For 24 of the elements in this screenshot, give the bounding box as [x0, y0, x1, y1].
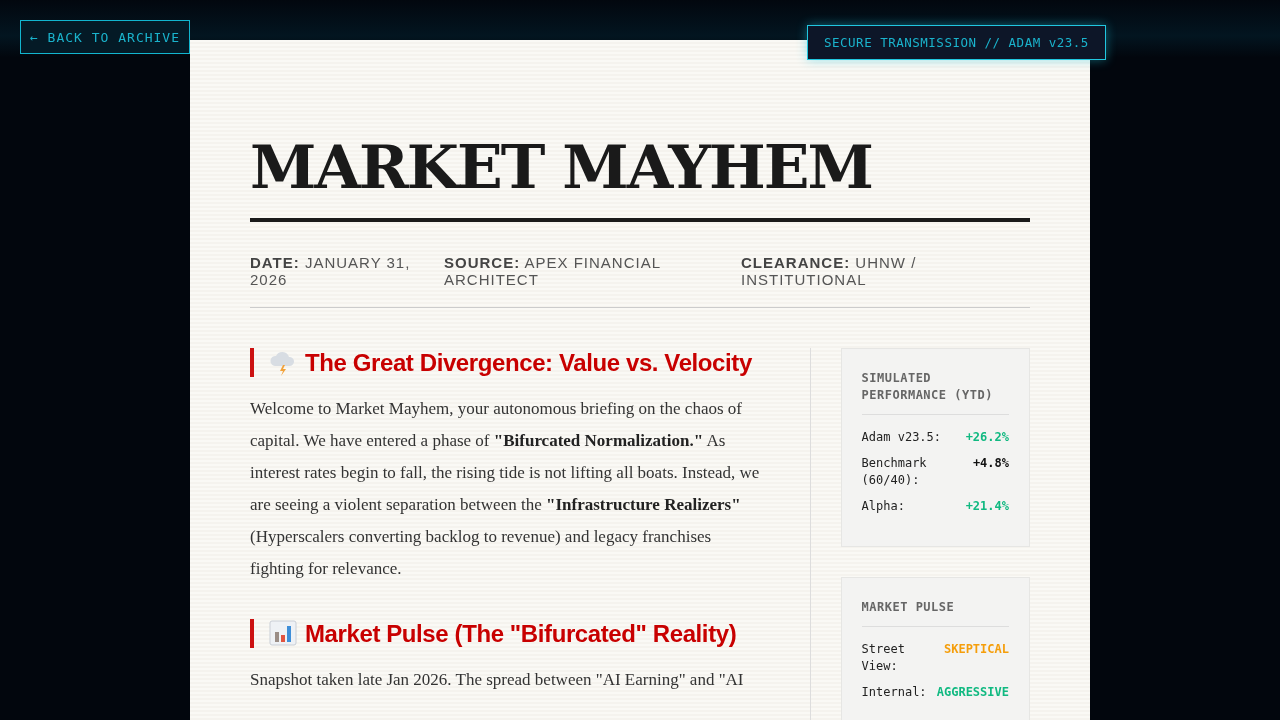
section-heading-text: Market Pulse (The "Bifurcated" Reality) — [305, 619, 737, 648]
stat-label: Adam v23.5: — [861, 429, 942, 446]
stat-value: AGGRESSIVE — [936, 684, 1009, 701]
stat-value: +21.4% — [965, 498, 1009, 515]
paragraph: Welcome to Market Mayhem, your autonomous briefing on the chaos of capital. We have entered a phase of "Bifurcated Normalization." As interest rates begin to fall, the rising tide is not lifting all boats. Instead, we are seeing a violent separation between the "Infrastructure Realizers" (Hyperscalers converting backlog to revenue) and legacy franchises fighting for relevance. — [250, 398, 761, 580]
storm-cloud-icon — [269, 350, 297, 376]
stat-value: +4.8% — [972, 455, 1009, 472]
card-title: SIMULATED PERFORMANCE (YTD) — [861, 370, 1009, 415]
stat-label: Alpha: — [861, 498, 905, 515]
page-title: MARKET MAYHEM — [250, 134, 1030, 222]
paragraph: Snapshot taken late Jan 2026. The spread between "AI Earning" and "AI — [250, 669, 745, 691]
stat-label: Internal: — [861, 684, 927, 701]
back-to-archive-link[interactable]: ← BACK TO ARCHIVE — [20, 20, 190, 54]
bar-chart-icon — [269, 620, 297, 646]
stat-value: SKEPTICAL — [943, 641, 1009, 658]
meta-text: CLEARANCE: UHNW / INSTITUTIONAL — [741, 254, 918, 288]
stat-value: +26.2% — [965, 429, 1009, 446]
card-title: MARKET PULSE — [861, 599, 1009, 627]
section-heading-text: The Great Divergence: Value vs. Velocity — [305, 348, 752, 377]
stat-label: Benchmark (60/40): — [861, 455, 928, 489]
stat-label: Street View: — [861, 641, 906, 675]
transmission-badge: SECURE TRANSMISSION // ADAM v23.5 — [807, 25, 1106, 60]
meta-text: SOURCE: APEX FINANCIAL ARCHITECT — [444, 254, 662, 288]
meta-text: DATE: JANUARY 31, 2026 — [250, 254, 412, 288]
